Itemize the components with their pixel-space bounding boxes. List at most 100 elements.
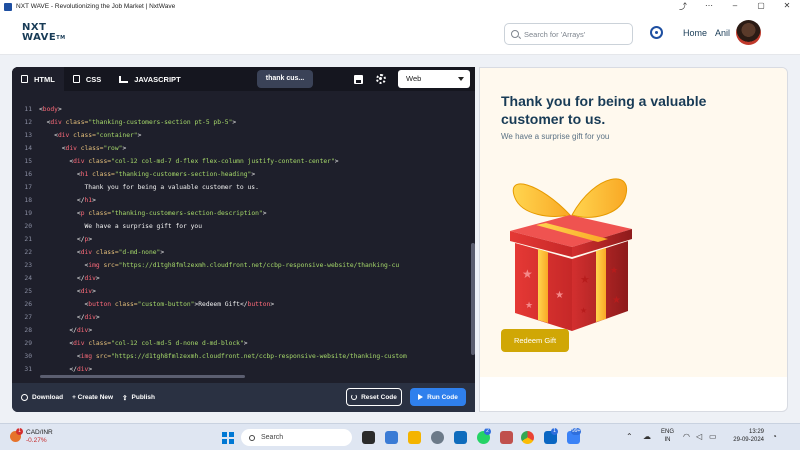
- editor-footer: Download + Create New ⇪ Publish Reset Co…: [12, 383, 475, 412]
- clock-time: 13:29: [748, 429, 764, 435]
- task-view-icon[interactable]: [362, 431, 375, 444]
- horizontal-scrollbar[interactable]: [40, 375, 245, 378]
- code-token: >: [262, 210, 267, 217]
- cloud-icon[interactable]: ☁: [643, 432, 651, 441]
- code-token: </: [76, 197, 85, 204]
- tab-html-label: HTML: [34, 74, 55, 84]
- download-button[interactable]: Download: [21, 394, 63, 401]
- outlook-icon[interactable]: [454, 431, 467, 444]
- redeem-gift-button[interactable]: Redeem Gift: [501, 329, 569, 352]
- code-token: div: [57, 132, 74, 139]
- code-token: >: [92, 288, 96, 295]
- chrome-icon[interactable]: [521, 431, 534, 444]
- code-token: class=: [88, 158, 112, 165]
- settings-icon[interactable]: [431, 431, 444, 444]
- code-token: >: [88, 327, 93, 334]
- line-number: 16: [24, 171, 32, 178]
- file-name-pill[interactable]: thank cus...: [257, 70, 313, 88]
- box-star-1: ★: [522, 267, 533, 281]
- minimize-icon[interactable]: –: [722, 1, 748, 12]
- clock-date: 29-09-2024: [733, 437, 764, 443]
- tab-css-label: CSS: [85, 74, 102, 84]
- code-text: </div>: [39, 363, 92, 375]
- search-input[interactable]: Search for 'Arrays': [504, 23, 633, 45]
- create-new-button[interactable]: + Create New: [72, 394, 113, 401]
- reset-code-button[interactable]: Reset Code: [346, 388, 402, 406]
- code-token: class=: [88, 340, 112, 347]
- clock[interactable]: 13:29 29-09-2024: [726, 428, 764, 444]
- avatar[interactable]: [736, 20, 761, 45]
- share-icon[interactable]: ⤴: [670, 1, 696, 12]
- code-token: button: [247, 301, 271, 308]
- code-token: >: [95, 314, 100, 321]
- play-icon: [418, 394, 424, 400]
- tab-html[interactable]: HTML: [12, 67, 64, 91]
- tab-css[interactable]: CSS: [64, 67, 110, 91]
- code-token: button: [88, 301, 115, 308]
- code-token: class=: [88, 210, 112, 217]
- search-icon: [249, 434, 255, 441]
- code-text: <button class="custom-button">Redeem Gif…: [39, 298, 275, 311]
- app-icon[interactable]: [500, 431, 513, 444]
- line-number: 29: [24, 340, 32, 347]
- wifi-icon[interactable]: ◠: [683, 432, 690, 441]
- notifications-icon[interactable]: ◔: [772, 432, 777, 441]
- html5-icon: [21, 75, 28, 83]
- lang-line1: ENG: [661, 429, 675, 435]
- battery-icon[interactable]: ▭: [709, 432, 717, 441]
- code-token: "thanking-customers-section pt-5 pb-5": [88, 119, 233, 126]
- maximize-icon[interactable]: ▢: [748, 1, 774, 12]
- line-number: 17: [24, 184, 32, 191]
- save-icon[interactable]: [354, 75, 363, 84]
- ticker-name: CAD/INR: [26, 429, 53, 436]
- code-token: >: [137, 132, 142, 139]
- code-text: <h1 class="thanking-customers-section-he…: [39, 168, 255, 181]
- taskbar-search[interactable]: Search: [241, 429, 352, 446]
- run-code-label: Run Code: [427, 393, 458, 401]
- code-text: <img src="https://d1tgh8fmlzexmh.cloudfr…: [39, 259, 400, 272]
- view-select[interactable]: Web: [398, 70, 470, 88]
- windows-start-icon[interactable]: [222, 432, 234, 444]
- streak-icon[interactable]: [650, 26, 663, 39]
- nxtwave-logo[interactable]: NXT WAVETM: [22, 23, 66, 43]
- publish-button[interactable]: ⇪ Publish: [122, 394, 155, 402]
- chevron-up-icon[interactable]: ⌃: [626, 432, 633, 441]
- code-editor: HTML CSS JAVASCRIPT thank cus... Web 11 <…: [12, 67, 475, 412]
- vertical-scrollbar[interactable]: [471, 243, 475, 355]
- volume-icon[interactable]: ◁: [696, 432, 702, 441]
- line-number: 28: [24, 327, 32, 334]
- line-number: 24: [24, 275, 32, 282]
- code-token: Redeem Gift: [198, 301, 240, 308]
- nav-home-link[interactable]: Home: [683, 28, 707, 38]
- code-token: class=: [65, 119, 89, 126]
- file-explorer-icon[interactable]: [408, 431, 421, 444]
- code-token: Thank you for being a valuable customer …: [39, 184, 259, 191]
- line-number: 26: [24, 301, 32, 308]
- run-code-button[interactable]: Run Code: [410, 388, 466, 406]
- user-name[interactable]: Anil: [715, 28, 730, 38]
- code-token: </: [76, 275, 85, 282]
- code-text: Thank you for being a valuable customer …: [39, 181, 259, 194]
- gear-icon[interactable]: [376, 74, 386, 84]
- code-token: >: [270, 301, 275, 308]
- more-icon[interactable]: ⋯: [696, 1, 722, 12]
- code-token: >: [57, 106, 62, 113]
- code-token: "thanking-customers-section-description": [111, 210, 263, 217]
- code-token: img: [88, 262, 104, 269]
- code-token: "custom-button": [137, 301, 195, 308]
- language-indicator[interactable]: ENG IN: [661, 428, 674, 444]
- code-token: div: [50, 119, 66, 126]
- ticker-badge: 1: [16, 428, 23, 435]
- css3-icon: [72, 75, 80, 83]
- widgets-icon[interactable]: [385, 431, 398, 444]
- tab-javascript[interactable]: JAVASCRIPT: [110, 67, 189, 91]
- code-area[interactable]: 11 <body> 12 <div class="thanking-customer…: [12, 103, 475, 375]
- close-icon[interactable]: ✕: [774, 1, 800, 12]
